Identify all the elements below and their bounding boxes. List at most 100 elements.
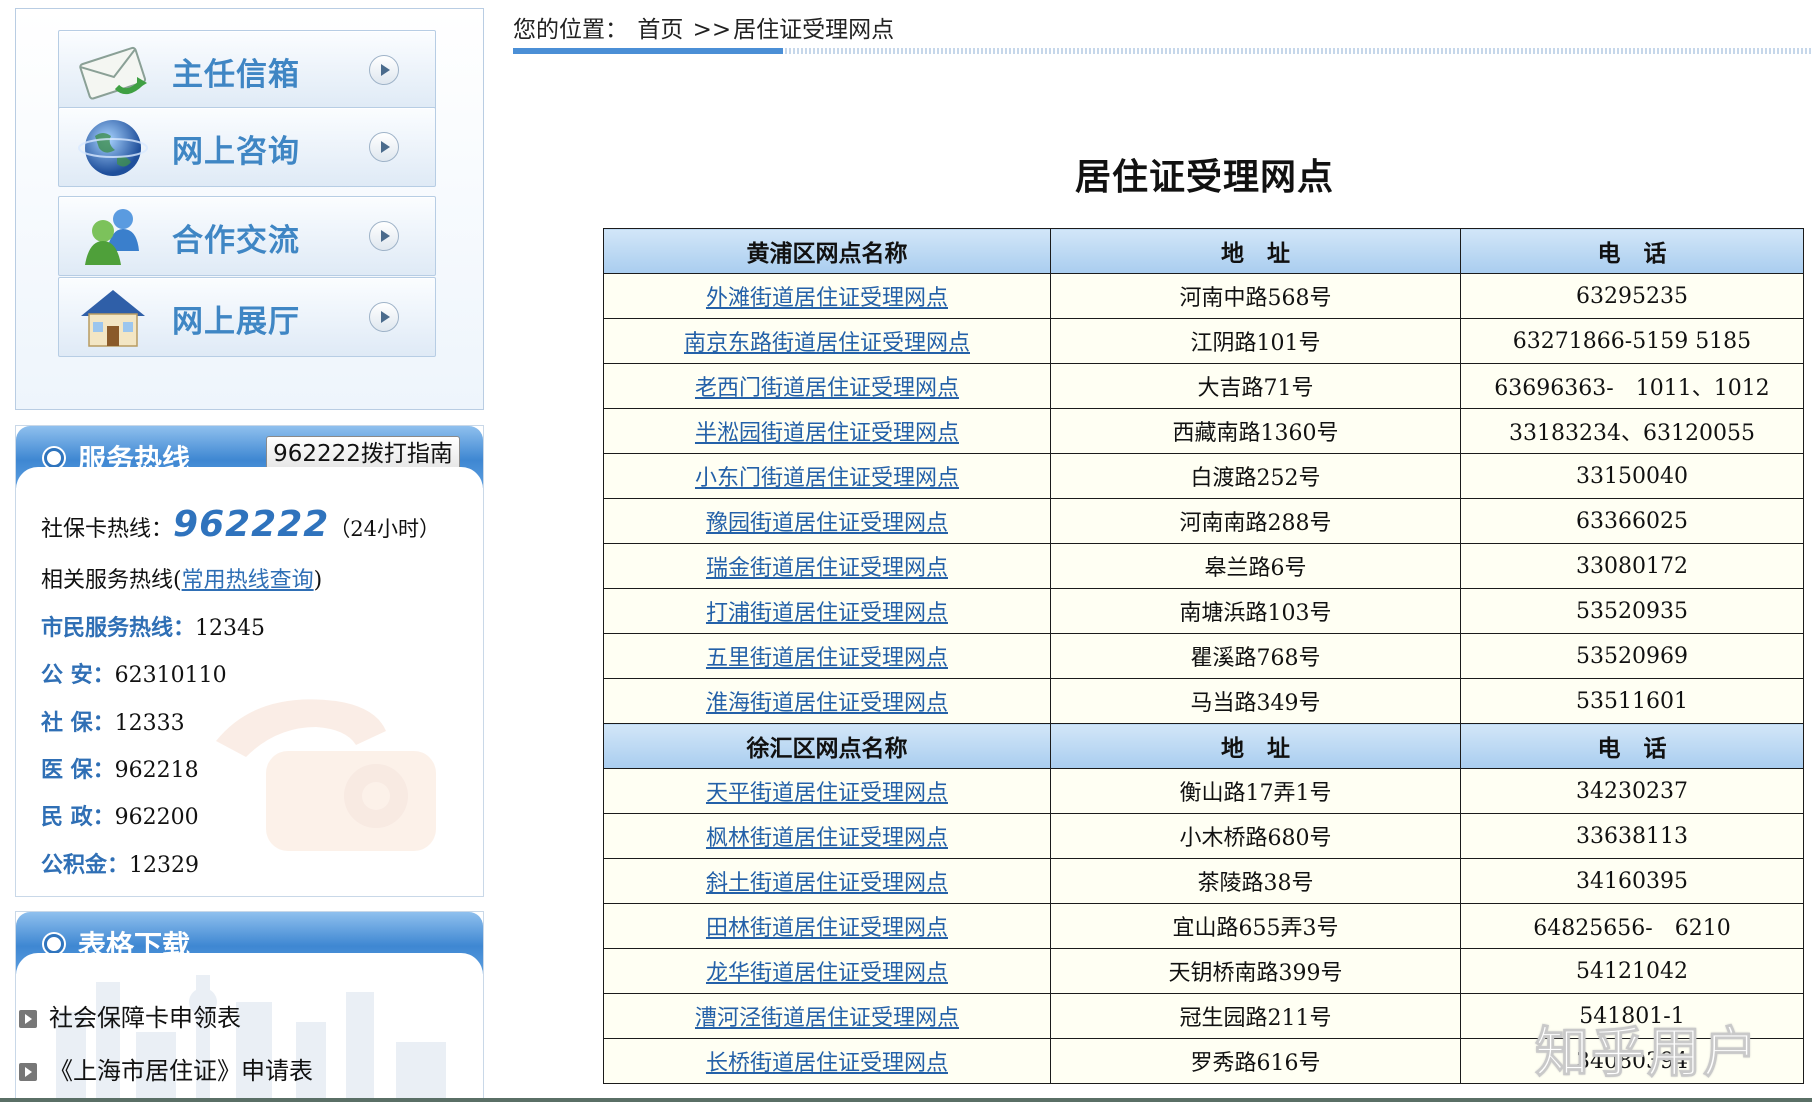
site-name-cell: 半淞园街道居住证受理网点 [603,408,1051,454]
watermark: 知乎用户 [1535,1021,1759,1085]
site-name-link[interactable]: 豫园街道居住证受理网点 [706,511,948,536]
breadcrumb-accent [513,48,783,54]
hotline-item: 市民服务热线：12345 [41,610,265,642]
downloads-header: 表格下载 [16,912,483,975]
site-name-cell: 打浦街道居住证受理网点 [603,588,1051,634]
site-address-cell: 大吉路71号 [1050,363,1461,409]
arrow-right-icon [369,302,399,332]
table-row: 外滩街道居住证受理网点 河南中路568号 63295235 [603,273,1804,319]
nav-button-cooperation[interactable]: 合作交流 [58,196,436,276]
hotline-item-value: 12329 [129,853,200,878]
site-address-cell: 宜山路655弄3号 [1050,903,1461,949]
site-name-cell: 豫园街道居住证受理网点 [603,498,1051,544]
site-name-link[interactable]: 漕河泾街道居住证受理网点 [695,1006,959,1031]
arrow-right-icon [369,55,399,85]
header-curve [16,467,483,489]
download-item[interactable]: 社会保障卡申领表 [19,998,241,1033]
site-phone-cell: 34230237 [1460,768,1804,814]
breadcrumb-prefix: 您的位置： [513,17,628,43]
hotline-item: 公积金：12329 [41,847,199,879]
nav-button-online-consult[interactable]: 网上咨询 [58,107,436,187]
hotline-item: 民 政：962200 [41,799,199,831]
breadcrumb-home-link[interactable]: 首页 [637,17,683,43]
site-name-link[interactable]: 五里街道居住证受理网点 [706,646,948,671]
hotline-item-value: 962200 [114,805,199,830]
site-address-cell: 马当路349号 [1050,678,1461,724]
table-header-cell: 徐汇区网点名称 [603,723,1051,769]
site-phone-cell: 33183234、63120055 [1460,408,1804,454]
hotline-item-label: 公积金： [41,852,130,878]
hotline-header: 服务热线 962222拨打指南 [16,426,483,489]
site-name-cell: 瑞金街道居住证受理网点 [603,543,1051,589]
site-phone-cell: 64825656- 6210 [1460,903,1804,949]
hotline-item: 公 安：62310110 [41,657,227,689]
common-hotline-lookup-link[interactable]: 常用热线查询 [182,568,314,593]
site-name-link[interactable]: 南京东路街道居住证受理网点 [684,331,970,356]
site-name-link[interactable]: 瑞金街道居住证受理网点 [706,556,948,581]
site-name-link[interactable]: 淮海街道居住证受理网点 [706,691,948,716]
nav-button-online-exhibition[interactable]: 网上展厅 [58,277,436,357]
related-hotlines: 相关服务热线(常用热线查询) [41,562,322,594]
hotline-item-value: 12345 [195,616,266,641]
nav-button-director-mailbox[interactable]: 主任信箱 [58,30,436,110]
downloads-box: 表格下载 社会保障卡申领表 《上海市居住证》申请表 [15,911,484,1102]
site-name-link[interactable]: 田林街道居住证受理网点 [706,916,948,941]
site-name-link[interactable]: 龙华街道居住证受理网点 [706,961,948,986]
site-name-cell: 漕河泾街道居住证受理网点 [603,993,1051,1039]
bullet-icon [44,448,64,468]
hotline-item: 医 保：962218 [41,752,199,784]
site-name-cell: 田林街道居住证受理网点 [603,903,1051,949]
table-header-row: 徐汇区网点名称地 址电 话 [603,723,1804,769]
download-item[interactable]: 《上海市居住证》申请表 [19,1051,313,1086]
site-name-link[interactable]: 外滩街道居住证受理网点 [706,286,948,311]
site-address-cell: 河南中路568号 [1050,273,1461,319]
site-name-link[interactable]: 打浦街道居住证受理网点 [706,601,948,626]
nav-label: 主任信箱 [172,57,300,93]
site-name-link[interactable]: 天平街道居住证受理网点 [706,781,948,806]
arrow-right-icon [369,221,399,251]
site-address-cell: 瞿溪路768号 [1050,633,1461,679]
site-phone-cell: 33150040 [1460,453,1804,499]
nav-label: 网上展厅 [172,304,300,340]
site-name-link[interactable]: 长桥街道居住证受理网点 [706,1051,948,1076]
site-name-cell: 外滩街道居住证受理网点 [603,273,1051,319]
site-address-cell: 江阴路101号 [1050,318,1461,364]
table-row: 天平街道居住证受理网点 衡山路17弄1号 34230237 [603,768,1804,814]
table-header-cell: 电 话 [1460,228,1804,274]
table-header-cell: 地 址 [1050,723,1461,769]
site-phone-cell: 53520969 [1460,633,1804,679]
site-phone-cell: 63696363- 1011、1012 [1460,363,1804,409]
site-name-link[interactable]: 斜土街道居住证受理网点 [706,871,948,896]
site-name-cell: 长桥街道居住证受理网点 [603,1038,1051,1084]
arrow-right-icon [19,1010,37,1028]
site-phone-cell: 63366025 [1460,498,1804,544]
site-name-cell: 龙华街道居住证受理网点 [603,948,1051,994]
card-hotline-number: 962222 [173,504,330,545]
hotline-item-label: 民 政： [41,804,115,830]
site-name-cell: 枫林街道居住证受理网点 [603,813,1051,859]
table-row: 半淞园街道居住证受理网点 西藏南路1360号 33183234、63120055 [603,408,1804,454]
site-name-link[interactable]: 老西门街道居住证受理网点 [695,376,959,401]
card-hotline-label: 社保卡热线： [41,517,174,542]
sites-table: 黄浦区网点名称地 址电 话外滩街道居住证受理网点 河南中路568号 63295235… [603,228,1804,1084]
table-row: 田林街道居住证受理网点 宜山路655弄3号 64825656- 6210 [603,903,1804,949]
telephone-icon [216,699,436,851]
related-suffix: ) [313,568,323,593]
site-phone-cell: 53511601 [1460,678,1804,724]
related-prefix: 相关服务热线( [41,568,182,593]
site-address-cell: 河南南路288号 [1050,498,1461,544]
site-name-link[interactable]: 小东门街道居住证受理网点 [695,466,959,491]
site-name-link[interactable]: 枫林街道居住证受理网点 [706,826,948,851]
site-name-cell: 斜土街道居住证受理网点 [603,858,1051,904]
table-row: 小东门街道居住证受理网点 白渡路252号 33150040 [603,453,1804,499]
table-row: 老西门街道居住证受理网点 大吉路71号 63696363- 1011、1012 [603,363,1804,409]
site-address-cell: 茶陵路38号 [1050,858,1461,904]
card-hotline: 社保卡热线：962222（24小时） [41,504,440,545]
site-phone-cell: 33080172 [1460,543,1804,589]
globe-icon [78,120,148,176]
table-row: 斜土街道居住证受理网点 茶陵路38号 34160395 [603,858,1804,904]
site-name-link[interactable]: 半淞园街道居住证受理网点 [695,421,959,446]
site-phone-cell: 63295235 [1460,273,1804,319]
card-hotline-hours: （24小时） [329,517,441,541]
nav-label: 网上咨询 [172,134,300,170]
